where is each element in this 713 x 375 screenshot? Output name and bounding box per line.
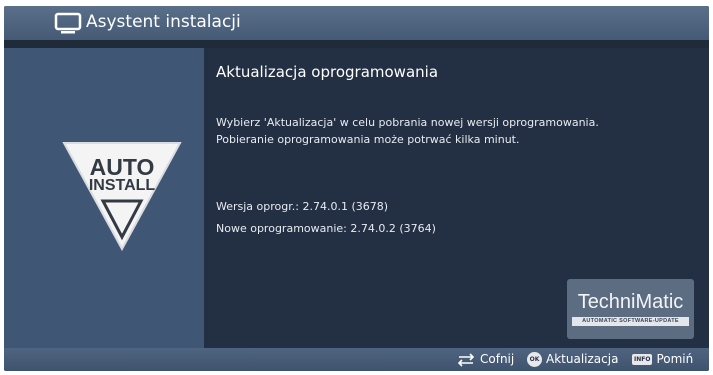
auto-install-line1: AUTO	[89, 154, 155, 180]
ok-key-icon: OK	[527, 352, 542, 367]
new-version: Nowe oprogramowanie: 2.74.0.2 (3764)	[216, 222, 436, 235]
technimatic-logo: TechniMatic AUTOMATIC SOFTWARE-UPDATE	[567, 279, 694, 339]
brand-subtitle: AUTOMATIC SOFTWARE-UPDATE	[572, 317, 689, 326]
description-line: Pobieranie oprogramowania może potrwać k…	[216, 133, 520, 146]
skip-label: Pomiń	[656, 352, 694, 366]
tv-icon	[54, 12, 82, 34]
back-label: Cofnij	[480, 352, 515, 366]
footer-bar: Cofnij OK Aktualizacja INFO Pomiń	[4, 348, 709, 371]
skip-button[interactable]: INFO Pomiń	[632, 350, 693, 369]
info-key-icon: INFO	[632, 354, 653, 365]
update-button[interactable]: OK Aktualizacja	[527, 350, 618, 369]
brand-name: TechniMatic	[577, 291, 684, 313]
update-label: Aktualizacja	[546, 352, 619, 366]
description: Wybierz 'Aktualizacja' w celu pobrania n…	[216, 114, 706, 148]
auto-install-icon: AUTO INSTALL	[62, 141, 182, 251]
page-title: Asystent instalacji	[86, 12, 241, 32]
install-assistant-screen: Asystent instalacji AUTO INSTALL Aktuali…	[4, 6, 709, 371]
left-panel: AUTO INSTALL	[4, 48, 204, 348]
back-arrows-icon	[457, 352, 475, 367]
back-button[interactable]: Cofnij	[456, 350, 514, 369]
content-panel: Aktualizacja oprogramowania Wybierz 'Akt…	[204, 48, 709, 348]
header-bar: Asystent instalacji	[4, 6, 709, 40]
description-line: Wybierz 'Aktualizacja' w celu pobrania n…	[216, 116, 599, 129]
section-heading: Aktualizacja oprogramowania	[216, 63, 439, 81]
header-divider	[4, 40, 709, 48]
current-version: Wersja oprogr.: 2.74.0.1 (3678)	[216, 200, 389, 213]
auto-install-line2: INSTALL	[88, 177, 156, 194]
